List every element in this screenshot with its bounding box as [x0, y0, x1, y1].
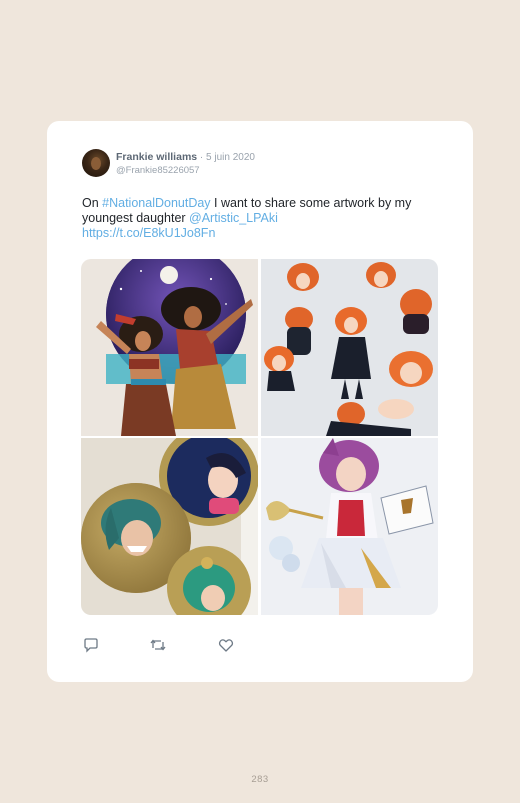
separator: ·	[197, 152, 207, 163]
reply-icon[interactable]	[83, 637, 99, 653]
mention-link[interactable]: @Artistic_LPAki	[189, 211, 278, 225]
user-block: Frankie williams · 5 juin 2020 @Frankie8…	[116, 151, 255, 177]
avatar[interactable]	[82, 149, 110, 177]
user-handle[interactable]: @Frankie85226057	[116, 165, 255, 177]
artwork-photo-2[interactable]	[261, 259, 438, 436]
url-link[interactable]: https://t.co/E8kU1Jo8Fn	[82, 226, 215, 240]
hashtag-link[interactable]: #NationalDonutDay	[102, 196, 210, 210]
tweet-date[interactable]: 5 juin 2020	[206, 152, 255, 163]
photo-grid	[81, 259, 438, 615]
artwork-photo-1-image	[81, 259, 258, 436]
tweet-actions	[83, 637, 243, 653]
name-line: Frankie williams · 5 juin 2020	[116, 151, 255, 164]
tweet-card: Frankie williams · 5 juin 2020 @Frankie8…	[47, 121, 473, 682]
like-icon[interactable]	[218, 637, 234, 653]
artwork-photo-3-image	[81, 438, 258, 615]
tweet-text-part-1: On	[82, 196, 103, 210]
artwork-photo-4[interactable]	[261, 438, 438, 615]
display-name[interactable]: Frankie williams	[116, 151, 197, 163]
artwork-photo-2-image	[261, 259, 438, 436]
page-number: 283	[251, 774, 269, 785]
artwork-photo-4-image	[261, 438, 438, 615]
retweet-icon[interactable]	[150, 637, 166, 653]
artwork-photo-1[interactable]	[81, 259, 258, 436]
tweet-text: On #NationalDonutDay I want to share som…	[82, 196, 442, 241]
artwork-photo-3[interactable]	[81, 438, 258, 615]
